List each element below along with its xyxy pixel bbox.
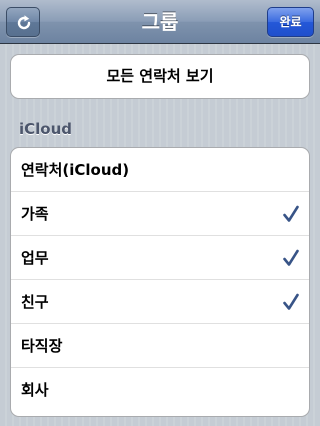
checkmark-icon — [283, 205, 299, 223]
group-label: 타직장 — [21, 337, 63, 355]
group-label: 친구 — [21, 293, 49, 311]
group-row-other-workplace[interactable]: 타직장 — [11, 324, 309, 368]
group-row-friends[interactable]: 친구 — [11, 280, 309, 324]
group-row-family[interactable]: 가족 — [11, 192, 309, 236]
checkmark-icon — [283, 293, 299, 311]
group-row-company[interactable]: 회사 — [11, 368, 309, 412]
group-label: 가족 — [21, 205, 49, 223]
section-header-icloud: iCloud — [19, 120, 73, 138]
group-row-work[interactable]: 업무 — [11, 236, 309, 280]
done-button[interactable]: 완료 — [267, 7, 314, 37]
group-label: 연락처(iCloud) — [21, 161, 130, 179]
show-all-contacts-button[interactable]: 모든 연락처 보기 — [10, 54, 310, 99]
group-label: 업무 — [21, 249, 49, 267]
group-row-all-icloud[interactable]: 연락처(iCloud) — [11, 148, 309, 192]
checkmark-icon — [283, 249, 299, 267]
group-list: 연락처(iCloud) 가족 업무 친구 타직장 회사 — [10, 147, 310, 417]
group-label: 회사 — [21, 381, 49, 399]
navigation-bar: 그룹 완료 — [0, 0, 320, 44]
